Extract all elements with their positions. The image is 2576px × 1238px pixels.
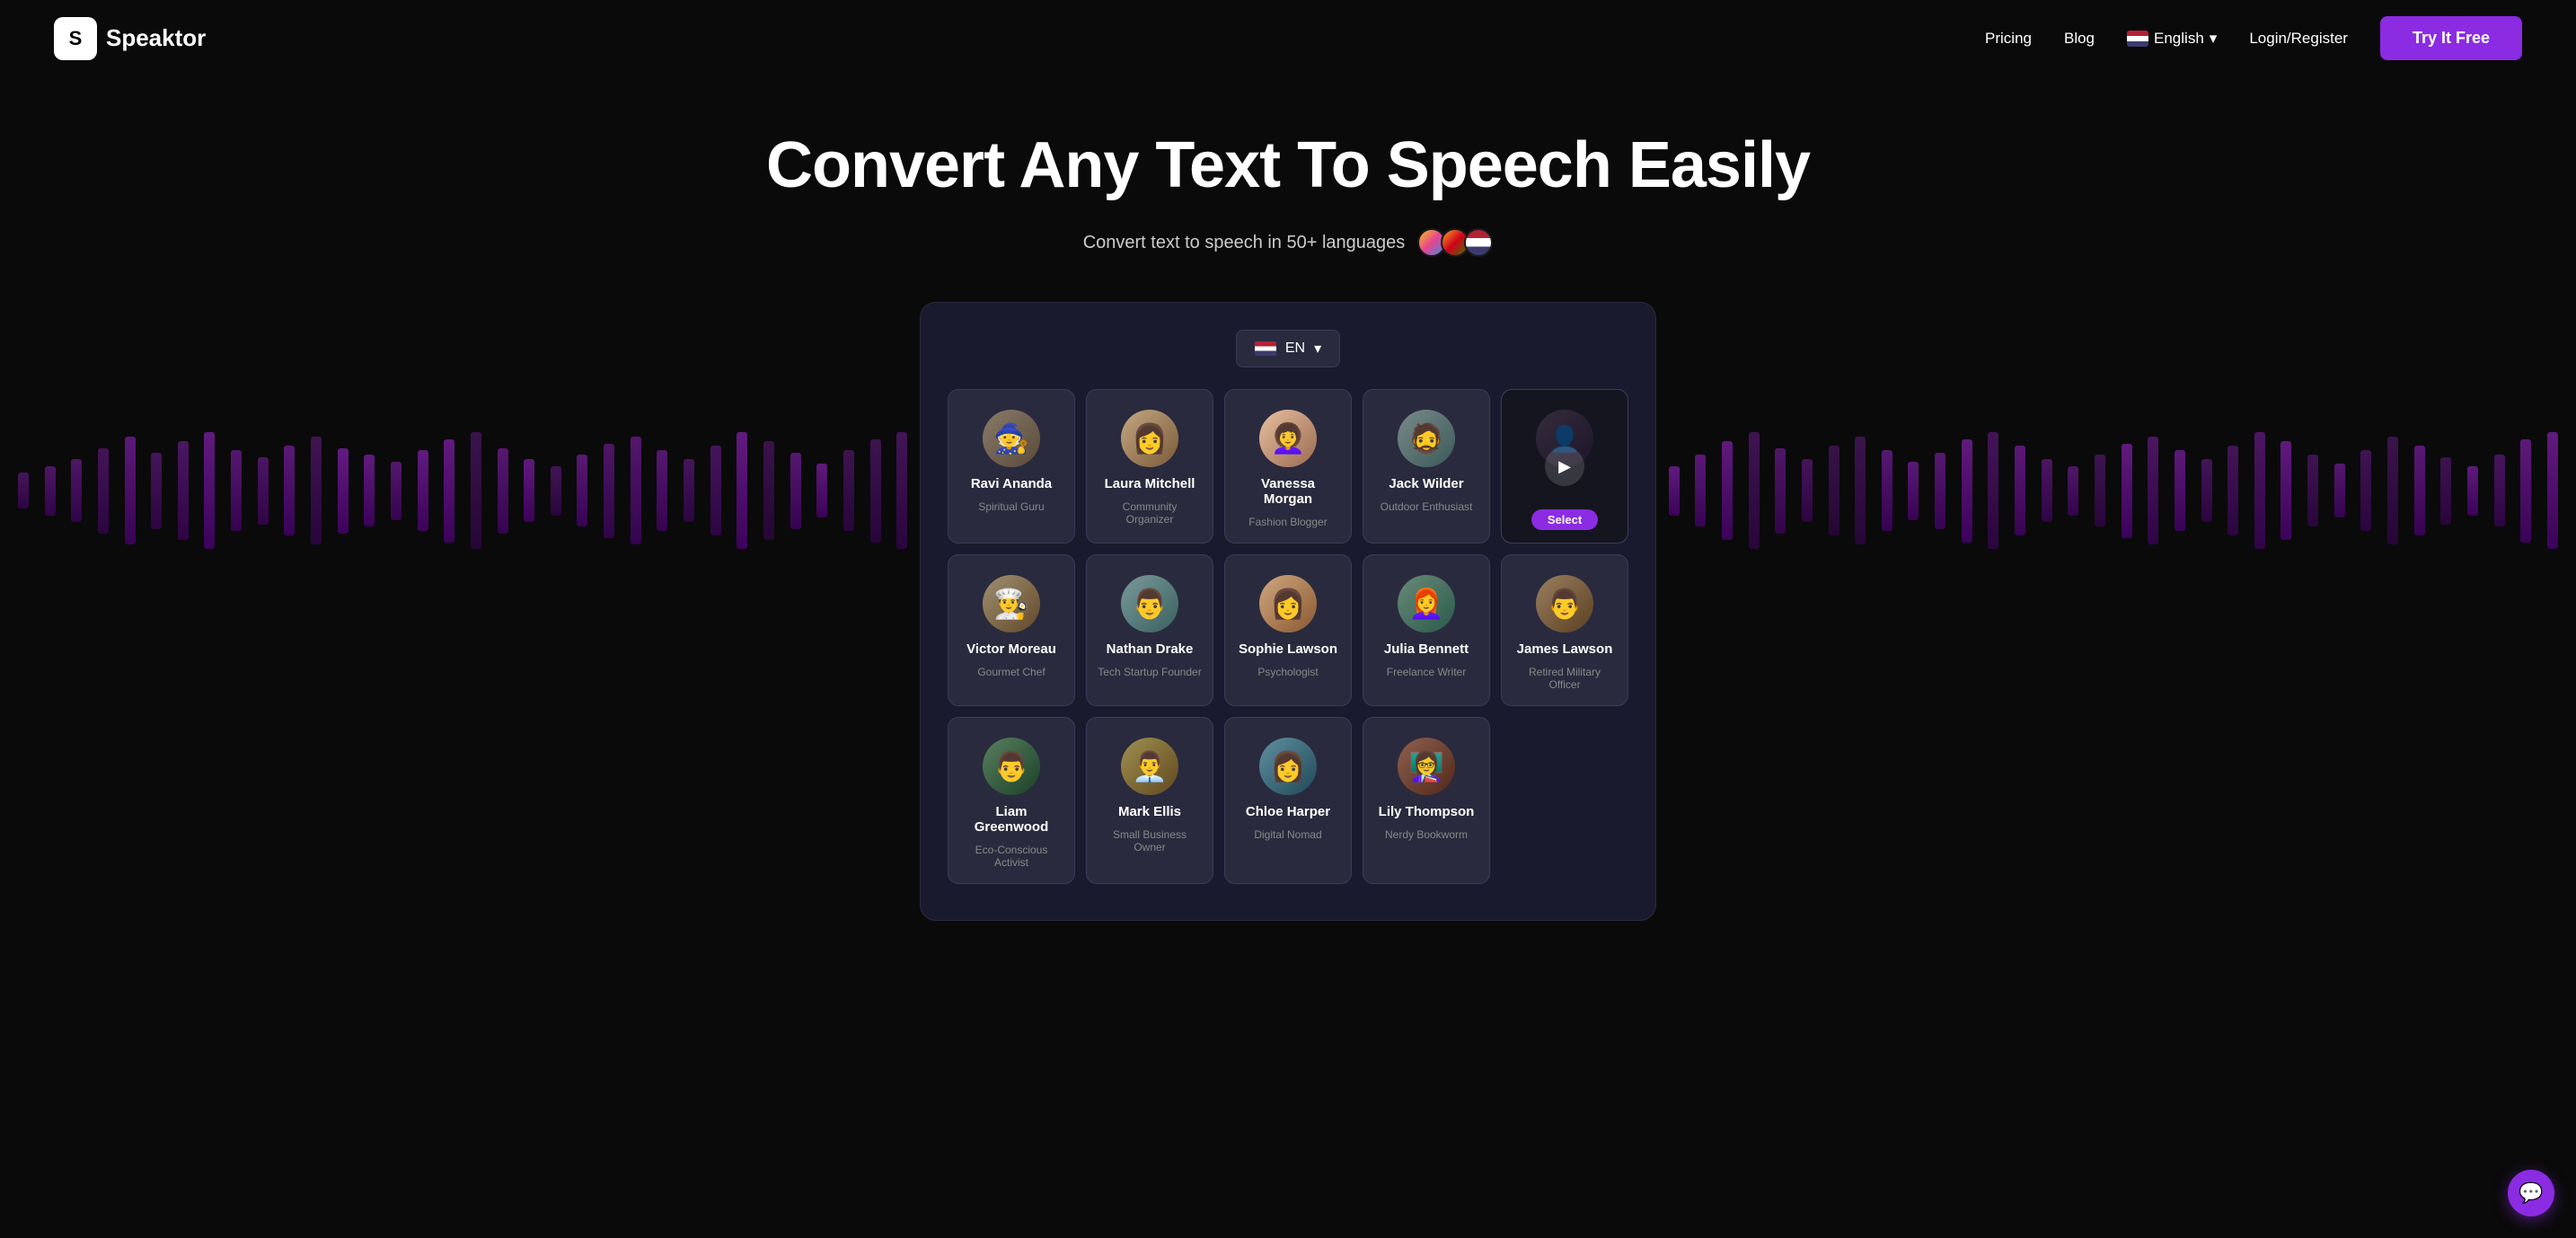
- voice-avatar-13: 👩: [1259, 738, 1317, 795]
- avatar-face: 👨‍💼: [1132, 749, 1168, 783]
- voice-name-4: Jack Wilder: [1389, 476, 1463, 491]
- voice-card-1[interactable]: 🧙 Ravi Ananda Spiritual Guru: [948, 389, 1075, 544]
- voice-avatar-2: 👩: [1121, 410, 1178, 467]
- logo-text: Speaktor: [106, 24, 206, 52]
- voice-name-12: Mark Ellis: [1118, 804, 1181, 819]
- voice-avatar-14: 👩‍🏫: [1398, 738, 1455, 795]
- voice-card-13[interactable]: 👩 Chloe Harper Digital Nomad: [1224, 717, 1352, 884]
- lang-chevron-icon: ▾: [1314, 340, 1321, 358]
- hero-section: Convert Any Text To Speech Easily Conver…: [0, 76, 2576, 921]
- login-register-link[interactable]: Login/Register: [2249, 30, 2348, 48]
- flag-emojis: [1417, 228, 1493, 257]
- voice-card-5[interactable]: 👤 ▶ Select: [1501, 389, 1628, 544]
- try-free-button[interactable]: Try It Free: [2380, 16, 2522, 60]
- voice-role-8: Psychologist: [1257, 666, 1318, 678]
- us-flag-icon: [2127, 31, 2148, 47]
- nav-pricing[interactable]: Pricing: [1985, 30, 2032, 48]
- voice-card-7[interactable]: 👨 Nathan Drake Tech Startup Founder: [1086, 554, 1213, 706]
- avatar-face: 👨: [1132, 587, 1168, 621]
- voice-name-8: Sophie Lawson: [1239, 641, 1337, 657]
- hero-subtitle: Convert text to speech in 50+ languages: [18, 228, 2558, 257]
- voice-name-2: Laura Mitchell: [1105, 476, 1195, 491]
- voice-name-3: Vanessa Morgan: [1236, 476, 1340, 507]
- voice-avatar-12: 👨‍💼: [1121, 738, 1178, 795]
- voice-name-6: Victor Moreau: [966, 641, 1056, 657]
- lang-code-label: EN: [1285, 340, 1305, 357]
- avatar-face: 👩: [1270, 749, 1306, 783]
- voice-card-12[interactable]: 👨‍💼 Mark Ellis Small Business Owner: [1086, 717, 1213, 884]
- avatar-face: 👨: [993, 749, 1029, 783]
- chat-support-button[interactable]: 💬: [2508, 1170, 2554, 1216]
- voice-avatar-11: 👨: [983, 738, 1040, 795]
- select-badge: Select: [1531, 509, 1598, 530]
- avatar-face: 👩: [1270, 587, 1306, 621]
- voice-card-11[interactable]: 👨 Liam Greenwood Eco-Conscious Activist: [948, 717, 1075, 884]
- voice-role-12: Small Business Owner: [1098, 828, 1202, 853]
- voice-avatar-8: 👩: [1259, 575, 1317, 632]
- voice-card-6[interactable]: 👨‍🍳 Victor Moreau Gourmet Chef: [948, 554, 1075, 706]
- voice-card-8[interactable]: 👩 Sophie Lawson Psychologist: [1224, 554, 1352, 706]
- avatar-face: 👨: [1547, 587, 1583, 621]
- voice-card-10[interactable]: 👨 James Lawson Retired Military Officer: [1501, 554, 1628, 706]
- voice-card-14[interactable]: 👩‍🏫 Lily Thompson Nerdy Bookworm: [1363, 717, 1490, 884]
- voice-name-10: James Lawson: [1517, 641, 1613, 657]
- nav-blog[interactable]: Blog: [2064, 30, 2095, 48]
- voice-avatar-1: 🧙: [983, 410, 1040, 467]
- voice-role-9: Freelance Writer: [1387, 666, 1466, 678]
- language-selector[interactable]: English ▾: [2127, 30, 2217, 48]
- avatar-face: 🧔: [1408, 421, 1444, 455]
- voice-role-10: Retired Military Officer: [1513, 666, 1617, 691]
- voice-role-7: Tech Startup Founder: [1098, 666, 1201, 678]
- voice-avatar-3: 👩‍🦱: [1259, 410, 1317, 467]
- avatar-face: 👩‍🦰: [1408, 587, 1444, 621]
- navbar: S Speaktor Pricing Blog English ▾ Login/…: [0, 0, 2576, 76]
- chevron-down-icon: ▾: [2210, 30, 2218, 48]
- voice-grid: 🧙 Ravi Ananda Spiritual Guru 👩 Laura Mit…: [948, 389, 1628, 884]
- voice-name-1: Ravi Ananda: [971, 476, 1052, 491]
- voice-role-11: Eco-Conscious Activist: [959, 844, 1063, 869]
- logo-letter: S: [69, 27, 83, 50]
- lang-dropdown-button[interactable]: EN ▾: [1236, 330, 1340, 367]
- nav-links: Pricing Blog English ▾ Login/Register Tr…: [1985, 16, 2522, 60]
- voice-role-13: Digital Nomad: [1254, 828, 1321, 841]
- avatar-face: 👩‍🦱: [1270, 421, 1306, 455]
- avatar-face: 👩: [1132, 421, 1168, 455]
- voice-role-1: Spiritual Guru: [978, 500, 1044, 513]
- flag-emoji-3: [1464, 228, 1493, 257]
- voice-name-7: Nathan Drake: [1107, 641, 1194, 657]
- voice-avatar-6: 👨‍🍳: [983, 575, 1040, 632]
- voice-avatar-4: 🧔: [1398, 410, 1455, 467]
- voice-avatar-7: 👨: [1121, 575, 1178, 632]
- voice-role-3: Fashion Blogger: [1248, 516, 1327, 528]
- voice-card-9[interactable]: 👩‍🦰 Julia Bennett Freelance Writer: [1363, 554, 1490, 706]
- voice-role-2: Community Organizer: [1098, 500, 1202, 526]
- voice-name-9: Julia Bennett: [1384, 641, 1469, 657]
- chat-icon: 💬: [2519, 1181, 2543, 1205]
- voice-card-2[interactable]: 👩 Laura Mitchell Community Organizer: [1086, 389, 1213, 544]
- voice-name-13: Chloe Harper: [1246, 804, 1330, 819]
- lang-flag-icon: [1255, 341, 1276, 356]
- hero-title: Convert Any Text To Speech Easily: [18, 130, 2558, 201]
- voice-role-14: Nerdy Bookworm: [1385, 828, 1468, 841]
- language-label: English: [2154, 30, 2204, 48]
- avatar-face: 👩‍🏫: [1408, 749, 1444, 783]
- voice-role-6: Gourmet Chef: [977, 666, 1045, 678]
- voice-card-3[interactable]: 👩‍🦱 Vanessa Morgan Fashion Blogger: [1224, 389, 1352, 544]
- voice-avatar-9: 👩‍🦰: [1398, 575, 1455, 632]
- waveform-container: EN ▾ 🧙 Ravi Ananda Spiritual Guru 👩 Laur…: [18, 302, 2558, 921]
- play-button: ▶: [1545, 447, 1584, 486]
- lang-dropdown: EN ▾: [948, 330, 1628, 367]
- logo[interactable]: S Speaktor: [54, 17, 206, 60]
- app-window: EN ▾ 🧙 Ravi Ananda Spiritual Guru 👩 Laur…: [920, 302, 1656, 921]
- avatar-face: 👨‍🍳: [993, 587, 1029, 621]
- logo-box: S: [54, 17, 97, 60]
- avatar-face: 🧙: [993, 421, 1029, 455]
- voice-name-14: Lily Thompson: [1379, 804, 1475, 819]
- voice-name-11: Liam Greenwood: [959, 804, 1063, 835]
- logo-prefix: S: [106, 24, 121, 51]
- voice-avatar-10: 👨: [1536, 575, 1593, 632]
- voice-card-4[interactable]: 🧔 Jack Wilder Outdoor Enthusiast: [1363, 389, 1490, 544]
- voice-role-4: Outdoor Enthusiast: [1381, 500, 1473, 513]
